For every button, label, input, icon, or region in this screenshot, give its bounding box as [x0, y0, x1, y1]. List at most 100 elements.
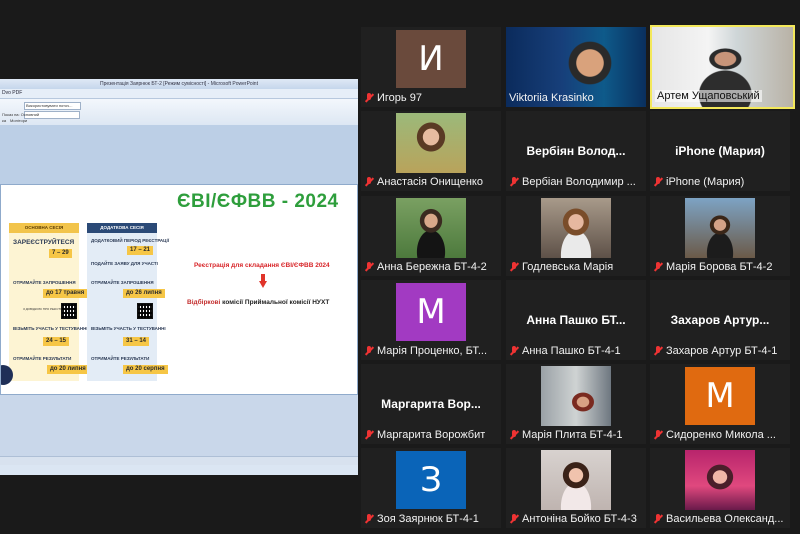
ribbon-left-label: ка	[2, 118, 7, 123]
participant-tile[interactable]: M Сидоренко Микола ...	[650, 364, 790, 444]
participant-name: Viktoriia Krasinko	[509, 92, 594, 104]
participant-name: Вербіан Володимир ...	[522, 176, 636, 188]
mic-muted-icon	[509, 346, 519, 356]
status-bar	[0, 456, 358, 465]
mic-muted-icon	[364, 346, 374, 356]
participant-tile[interactable]: M Марія Проценко, БТ...	[361, 280, 501, 360]
video-feed	[685, 198, 755, 258]
mic-muted-icon	[509, 430, 519, 440]
main-item: ОТРИМАЙТЕ РЕЗУЛЬТАТИ	[13, 356, 72, 361]
participant-tile[interactable]: И Игорь 97	[361, 27, 501, 107]
participant-tile[interactable]: Марія Плита БТ-4-1	[506, 364, 646, 444]
participant-display-name: Маргарита Вор...	[381, 397, 481, 411]
main-session-header: ОСНОВНА СЕСІЯ	[9, 223, 79, 233]
participant-name: Игорь 97	[377, 92, 422, 104]
mic-muted-icon	[653, 430, 663, 440]
mic-muted-icon	[509, 514, 519, 524]
video-feed	[541, 198, 611, 258]
mic-muted-icon	[653, 177, 663, 187]
extra-item: ОТРИМАЙТЕ РЕЗУЛЬТАТИ	[91, 356, 150, 361]
avatar: З	[396, 451, 466, 509]
main-date: 24 – 15	[43, 337, 70, 346]
video-feed	[396, 113, 466, 173]
main-date: до 20 липня	[47, 365, 89, 374]
mic-muted-icon	[364, 514, 374, 524]
monitors-label: Монітори	[10, 118, 28, 123]
participant-name: Зоя Заярнюк БТ-4-1	[377, 513, 479, 525]
extra-date: 17 – 21	[127, 246, 154, 255]
video-feed	[685, 450, 755, 510]
participant-name: iPhone (Мария)	[666, 176, 745, 188]
mic-muted-icon	[509, 177, 519, 187]
extra-date: до 26 липня	[123, 289, 165, 298]
mic-muted-icon	[509, 262, 519, 272]
participant-display-name: Вербіян Волод...	[526, 144, 626, 158]
registration-text: Реєстрація для складання ЄВІ/ЄФВВ 2024	[194, 262, 330, 269]
ribbon-tab[interactable]: Dvo PDF	[0, 89, 358, 99]
participant-tile[interactable]: З Зоя Заярнюк БТ-4-1	[361, 448, 501, 528]
slide-title: ЄВІ/ЄФВВ - 2024	[177, 191, 339, 212]
extra-session-column: ДОДАТКОВА СЕСІЯ ДОДАТКОВИЙ ПЕРІОД РЕЄСТР…	[87, 223, 169, 381]
participant-tile[interactable]: iPhone (Мария) iPhone (Мария)	[650, 111, 790, 191]
main-item: ВІЗЬМІТЬ УЧАСТЬ У ТЕСТУВАННІ	[13, 326, 88, 331]
mic-muted-icon	[364, 262, 374, 272]
participant-display-name: iPhone (Мария)	[675, 144, 765, 158]
participant-name: Антоніна Бойко БТ-4-3	[522, 513, 637, 525]
participant-tile[interactable]: Анастасія Онищенко	[361, 111, 501, 191]
participant-name: Марія Плита БТ-4-1	[522, 429, 623, 441]
qr-code	[137, 303, 153, 319]
participant-display-name: Захаров Артур...	[670, 313, 770, 327]
mic-muted-icon	[364, 93, 374, 103]
participant-name: Анна Бережна БТ-4-2	[377, 261, 487, 273]
extra-item: ДОДАТКОВИЙ ПЕРІОД РЕЄСТРАЦІЇ	[91, 238, 169, 243]
main-item: ОТРИМАЙТЕ ЗАПРОШЕННЯ	[13, 280, 76, 285]
participant-name: Маргарита Ворожбит	[377, 429, 486, 441]
participant-tile-active-speaker[interactable]: Артем Ущаповський	[650, 25, 795, 109]
window-title-bar: Презентація Заярнюк БТ-2 [Режим суміснос…	[0, 79, 358, 89]
participant-tile[interactable]: Захаров Артур... Захаров Артур БТ-4-1	[650, 280, 790, 360]
commission-text: Відбіркові комісії Приймальної комісії Н…	[187, 299, 330, 306]
participant-tile[interactable]: Васильева Олександ...	[650, 448, 790, 528]
avatar: M	[396, 283, 466, 341]
shared-screen: Презентація Заярнюк БТ-2 [Режим суміснос…	[0, 79, 358, 475]
qr-code	[61, 303, 77, 319]
participant-tile[interactable]: Вербіян Волод... Вербіан Володимир ...	[506, 111, 646, 191]
participant-name: Марія Борова БТ-4-2	[666, 261, 773, 273]
extra-item: ОТРИМАЙТЕ ЗАПРОШЕННЯ	[91, 280, 154, 285]
participant-tile[interactable]: Анна Пашко БТ... Анна Пашко БТ-4-1	[506, 280, 646, 360]
mic-muted-icon	[364, 177, 374, 187]
mic-muted-icon	[653, 346, 663, 356]
participant-tile[interactable]: Анна Бережна БТ-4-2	[361, 196, 501, 276]
video-feed	[541, 450, 611, 510]
participant-tile[interactable]: Маргарита Вор... Маргарита Ворожбит	[361, 364, 501, 444]
avatar: M	[685, 367, 755, 425]
extra-session-header: ДОДАТКОВА СЕСІЯ	[87, 223, 157, 233]
avatar: И	[396, 30, 466, 88]
mic-muted-icon	[653, 262, 663, 272]
participant-name: Сидоренко Микола ...	[666, 429, 776, 441]
participant-name: Васильева Олександ...	[666, 513, 784, 525]
ribbon: Використовувати поточ... Показ на: Основ…	[0, 99, 358, 126]
extra-date: до 20 серпня	[123, 365, 168, 374]
main-session-column: ОСНОВНА СЕСІЯ ЗАРЕЄСТРУЙТЕСЯ 7 – 29 ОТРИ…	[9, 223, 89, 381]
participant-tile[interactable]: Viktoriia Krasinko	[506, 27, 646, 107]
participant-tile[interactable]: Антоніна Бойко БТ-4-3	[506, 448, 646, 528]
participant-name: Захаров Артур БТ-4-1	[666, 345, 778, 357]
down-arrow-icon	[259, 274, 267, 288]
mic-muted-icon	[364, 430, 374, 440]
main-date: до 17 травня	[43, 289, 88, 298]
main-item: ЗАРЕЄСТРУЙТЕСЯ	[13, 239, 75, 246]
participant-name: Анна Пашко БТ-4-1	[522, 345, 621, 357]
video-feed	[396, 198, 466, 258]
participant-tile[interactable]: Марія Борова БТ-4-2	[650, 196, 790, 276]
extra-item: ПОДАЙТЕ ЗАЯВУ ДЛЯ УЧАСТІ	[91, 261, 158, 266]
display-dropdown[interactable]: Використовувати поточ...	[24, 102, 81, 110]
participant-display-name: Анна Пашко БТ...	[526, 313, 626, 327]
participant-tile[interactable]: Годлевська Марія	[506, 196, 646, 276]
video-feed	[541, 366, 611, 426]
slide: ЄВІ/ЄФВВ - 2024 ОСНОВНА СЕСІЯ ЗАРЕЄСТРУЙ…	[0, 184, 358, 395]
participant-name: Марія Проценко, БТ...	[377, 345, 488, 357]
extra-date: 31 – 14	[123, 337, 150, 346]
participant-name: Годлевська Марія	[522, 261, 614, 273]
main-date: 7 – 29	[49, 249, 72, 258]
